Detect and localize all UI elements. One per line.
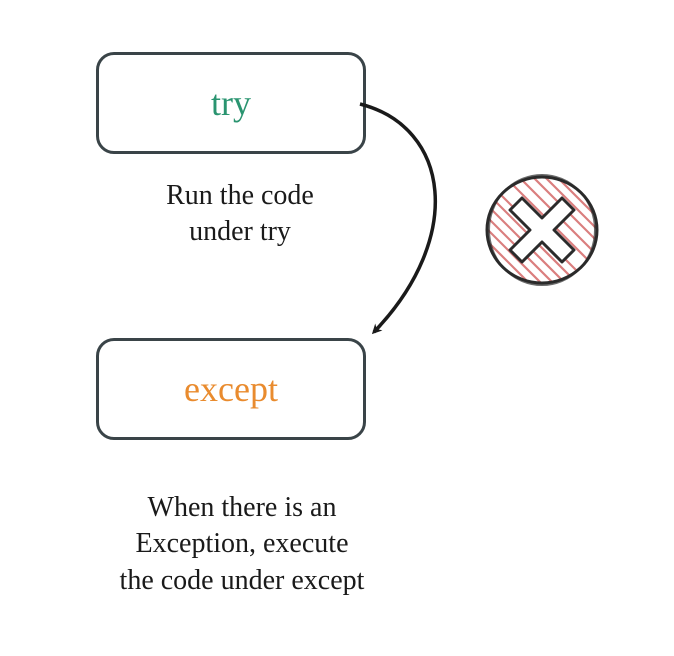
cross-mark-icon <box>482 170 602 290</box>
except-caption: When there is an Exception, execute the … <box>42 490 442 599</box>
except-box: except <box>96 338 366 440</box>
try-label: try <box>211 82 251 124</box>
try-box: try <box>96 52 366 154</box>
except-label: except <box>184 368 278 410</box>
try-caption: Run the code under try <box>100 178 380 251</box>
